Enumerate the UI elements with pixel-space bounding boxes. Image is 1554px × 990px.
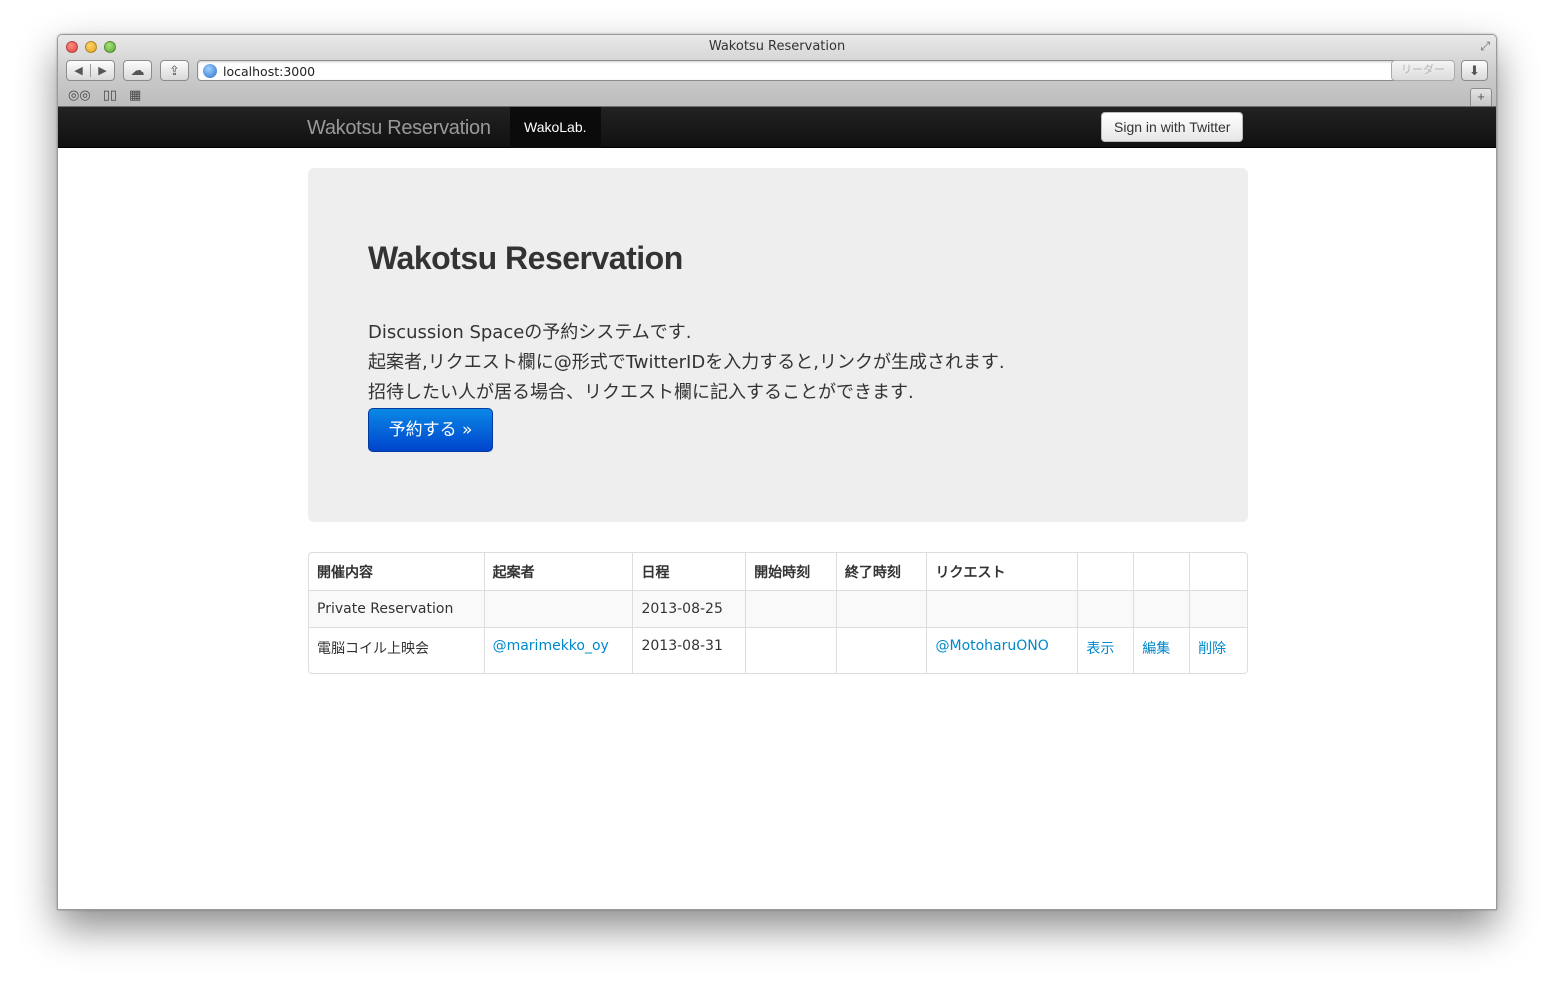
cell-show — [1077, 590, 1134, 627]
cell-delete — [1189, 590, 1247, 627]
cell-end — [835, 590, 927, 627]
downloads-button[interactable]: ⬇ — [1461, 60, 1488, 81]
sign-in-twitter-button[interactable]: Sign in with Twitter — [1101, 112, 1244, 142]
cell-end — [835, 627, 927, 673]
header-delete — [1189, 553, 1247, 590]
edit-link[interactable]: 編集 — [1142, 641, 1170, 657]
cell-request — [926, 590, 1078, 627]
globe-icon — [203, 64, 217, 78]
download-icon: ⬇ — [1469, 62, 1480, 78]
cell-start — [745, 590, 836, 627]
share-icon: ⇪ — [169, 62, 180, 78]
show-link[interactable]: 表示 — [1086, 641, 1114, 657]
header-request: リクエスト — [926, 553, 1077, 590]
bookmarks-book-icon[interactable]: ▯▯ — [103, 87, 117, 103]
table-row: 電脳コイル上映会 @marimekko_oy 2013-08-31 @Motoh… — [309, 627, 1247, 673]
cell-date: 2013-08-31 — [632, 627, 746, 673]
organizer-link[interactable]: @marimekko_oy — [493, 638, 609, 654]
icloud-tabs-button[interactable]: ☁ — [123, 60, 152, 81]
cell-edit: 編集 — [1133, 627, 1190, 673]
header-end-time: 終了時刻 — [835, 553, 927, 590]
table-row: Private Reservation 2013-08-25 — [309, 590, 1247, 627]
fullscreen-icon[interactable]: ⤢ — [1480, 39, 1490, 54]
hero-line: Discussion Spaceの予約システムです. — [368, 322, 692, 343]
header-show — [1077, 553, 1133, 590]
back-forward-group: ◀ ▶ — [66, 60, 115, 81]
nav-item-wakolab[interactable]: WakoLab. — [510, 107, 601, 148]
brand-link[interactable]: Wakotsu Reservation — [307, 117, 491, 140]
new-tab-button[interactable]: + — [1470, 88, 1492, 106]
share-button[interactable]: ⇪ — [160, 60, 189, 81]
cell-start — [745, 627, 836, 673]
cloud-icon: ☁ — [130, 62, 145, 78]
request-link[interactable]: @MotoharuONO — [935, 638, 1048, 654]
plus-icon: + — [1477, 89, 1485, 104]
bookmarks-bar: ◎◎ ▯▯ ▦ — [68, 87, 141, 103]
cell-event: Private Reservation — [309, 590, 484, 627]
header-start-time: 開始時刻 — [745, 553, 836, 590]
cell-organizer — [483, 590, 633, 627]
cell-show: 表示 — [1077, 627, 1134, 673]
cell-date: 2013-08-25 — [632, 590, 746, 627]
browser-toolbar: Wakotsu Reservation ⤢ ◀ ▶ ☁ ⇪ localhost:… — [58, 35, 1496, 107]
hero-unit: Wakotsu Reservation Discussion Spaceの予約シ… — [308, 168, 1248, 522]
url-text: localhost:3000 — [223, 64, 316, 79]
table-header-row: 開催内容 起案者 日程 開始時刻 終了時刻 リクエスト — [309, 553, 1247, 590]
back-arrow-icon[interactable]: ◀ — [67, 64, 90, 77]
top-sites-grid-icon[interactable]: ▦ — [129, 87, 141, 103]
reading-list-icon[interactable]: ◎◎ — [68, 87, 91, 103]
reader-button[interactable]: リーダー — [1391, 60, 1455, 81]
browser-window: Wakotsu Reservation ⤢ ◀ ▶ ☁ ⇪ localhost:… — [57, 34, 1497, 910]
hero-description: Discussion Spaceの予約システムです. 起案者,リクエスト欄に@形… — [368, 318, 1005, 408]
cell-request: @MotoharuONO — [926, 627, 1078, 673]
header-event: 開催内容 — [317, 564, 373, 581]
address-bar[interactable]: localhost:3000 ↻ — [197, 60, 1453, 81]
window-title: Wakotsu Reservation — [708, 39, 846, 54]
header-date: 日程 — [632, 553, 745, 590]
header-organizer: 起案者 — [483, 553, 633, 590]
cell-event: 電脳コイル上映会 — [309, 627, 484, 673]
cell-organizer: @marimekko_oy — [483, 627, 633, 673]
cell-edit — [1133, 590, 1190, 627]
hero-line: 招待したい人が居る場合、リクエスト欄に記入することができます. — [368, 382, 914, 403]
forward-arrow-icon[interactable]: ▶ — [90, 64, 114, 77]
delete-link[interactable]: 削除 — [1198, 641, 1226, 657]
hero-title: Wakotsu Reservation — [368, 240, 683, 276]
cell-delete: 削除 — [1189, 627, 1247, 673]
hero-line: 起案者,リクエスト欄に@形式でTwitterIDを入力すると,リンクが生成されま… — [368, 352, 1005, 373]
reserve-button[interactable]: 予約する » — [368, 408, 493, 452]
header-edit — [1133, 553, 1189, 590]
reservations-table: 開催内容 起案者 日程 開始時刻 終了時刻 リクエスト Private Rese… — [308, 552, 1248, 674]
site-navbar: Wakotsu Reservation WakoLab. Sign in wit… — [58, 107, 1496, 148]
